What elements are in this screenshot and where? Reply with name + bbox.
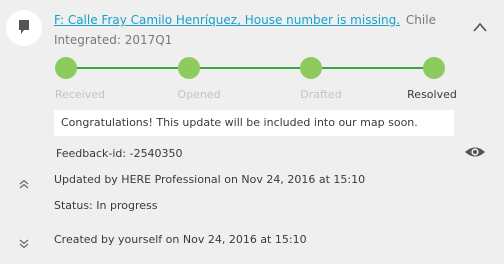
step-dot-resolved (423, 57, 445, 79)
step-dot-received (55, 57, 77, 79)
step-label-opened: Opened (177, 88, 221, 101)
history-status: Status: In progress (54, 199, 158, 212)
report-title-link[interactable]: F: Calle Fray Camilo Henríquez, House nu… (54, 13, 400, 27)
history-created: Created by yourself on Nov 24, 2016 at 1… (54, 233, 307, 246)
chevron-up-icon (473, 22, 487, 32)
double-chevron-up-icon (19, 179, 29, 189)
collapse-button[interactable] (470, 19, 490, 35)
step-label-drafted: Drafted (300, 88, 342, 101)
eye-icon (465, 147, 485, 157)
feedback-id: Feedback-id: -2540350 (56, 147, 183, 160)
step-dot-drafted (300, 57, 322, 79)
avatar (6, 10, 42, 46)
speech-bubble-icon (19, 20, 29, 34)
step-label-received: Received (54, 88, 106, 101)
expand-up-toggle[interactable] (18, 174, 30, 189)
view-button[interactable] (464, 144, 486, 160)
congratulations-notice: Congratulations! This update will be inc… (54, 110, 454, 136)
expand-down-toggle[interactable] (18, 234, 30, 249)
progress-line (66, 67, 434, 69)
history-updated: Updated by HERE Professional on Nov 24, … (54, 173, 366, 186)
double-chevron-down-icon (19, 239, 29, 249)
report-title: F: Calle Fray Camilo Henríquez, House nu… (54, 12, 454, 28)
report-country: Chile (405, 13, 436, 27)
step-label-resolved: Resolved (407, 88, 457, 101)
integration-status: Integrated: 2017Q1 (54, 33, 173, 47)
step-dot-opened (178, 57, 200, 79)
